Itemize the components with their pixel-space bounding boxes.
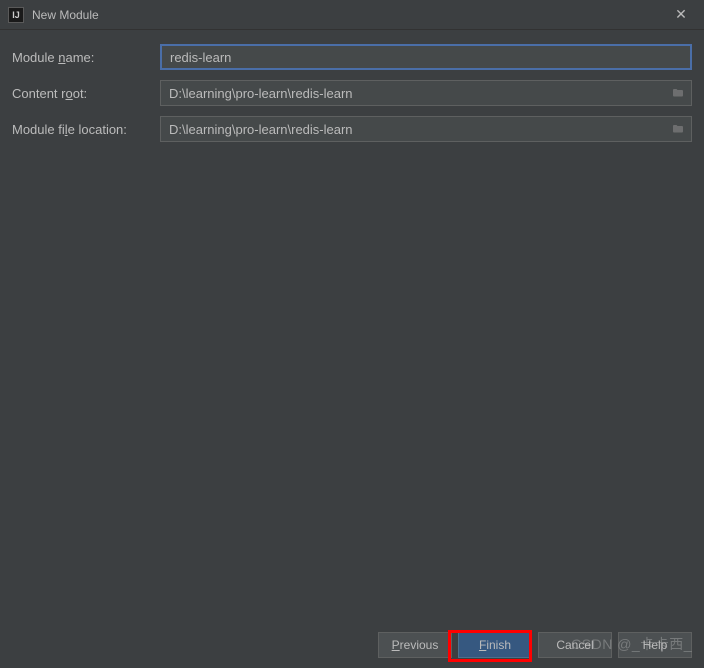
module-name-input[interactable] (160, 44, 692, 70)
close-icon[interactable]: ✕ (666, 0, 696, 30)
module-file-location-label: Module file location: (12, 122, 160, 137)
content-root-row: Content root: (12, 80, 692, 106)
cancel-button[interactable]: Cancel (538, 632, 612, 658)
help-button[interactable]: Help (618, 632, 692, 658)
window-title: New Module (32, 8, 666, 22)
previous-button[interactable]: Previous (378, 632, 452, 658)
app-icon: IJ (8, 7, 24, 23)
content-root-input-wrap (160, 80, 692, 106)
button-bar: Previous Finish Cancel Help (378, 632, 692, 658)
module-file-location-input[interactable] (161, 117, 669, 141)
content-root-label: Content root: (12, 86, 160, 101)
titlebar: IJ New Module ✕ (0, 0, 704, 30)
module-file-location-input-wrap (160, 116, 692, 142)
form-content: Module name: Content root: Module file l… (0, 30, 704, 166)
finish-button[interactable]: Finish (458, 632, 532, 658)
module-name-label: Module name: (12, 50, 160, 65)
content-root-input[interactable] (161, 81, 669, 105)
folder-icon[interactable] (669, 121, 687, 137)
folder-icon[interactable] (669, 85, 687, 101)
module-file-location-row: Module file location: (12, 116, 692, 142)
module-name-row: Module name: (12, 44, 692, 70)
